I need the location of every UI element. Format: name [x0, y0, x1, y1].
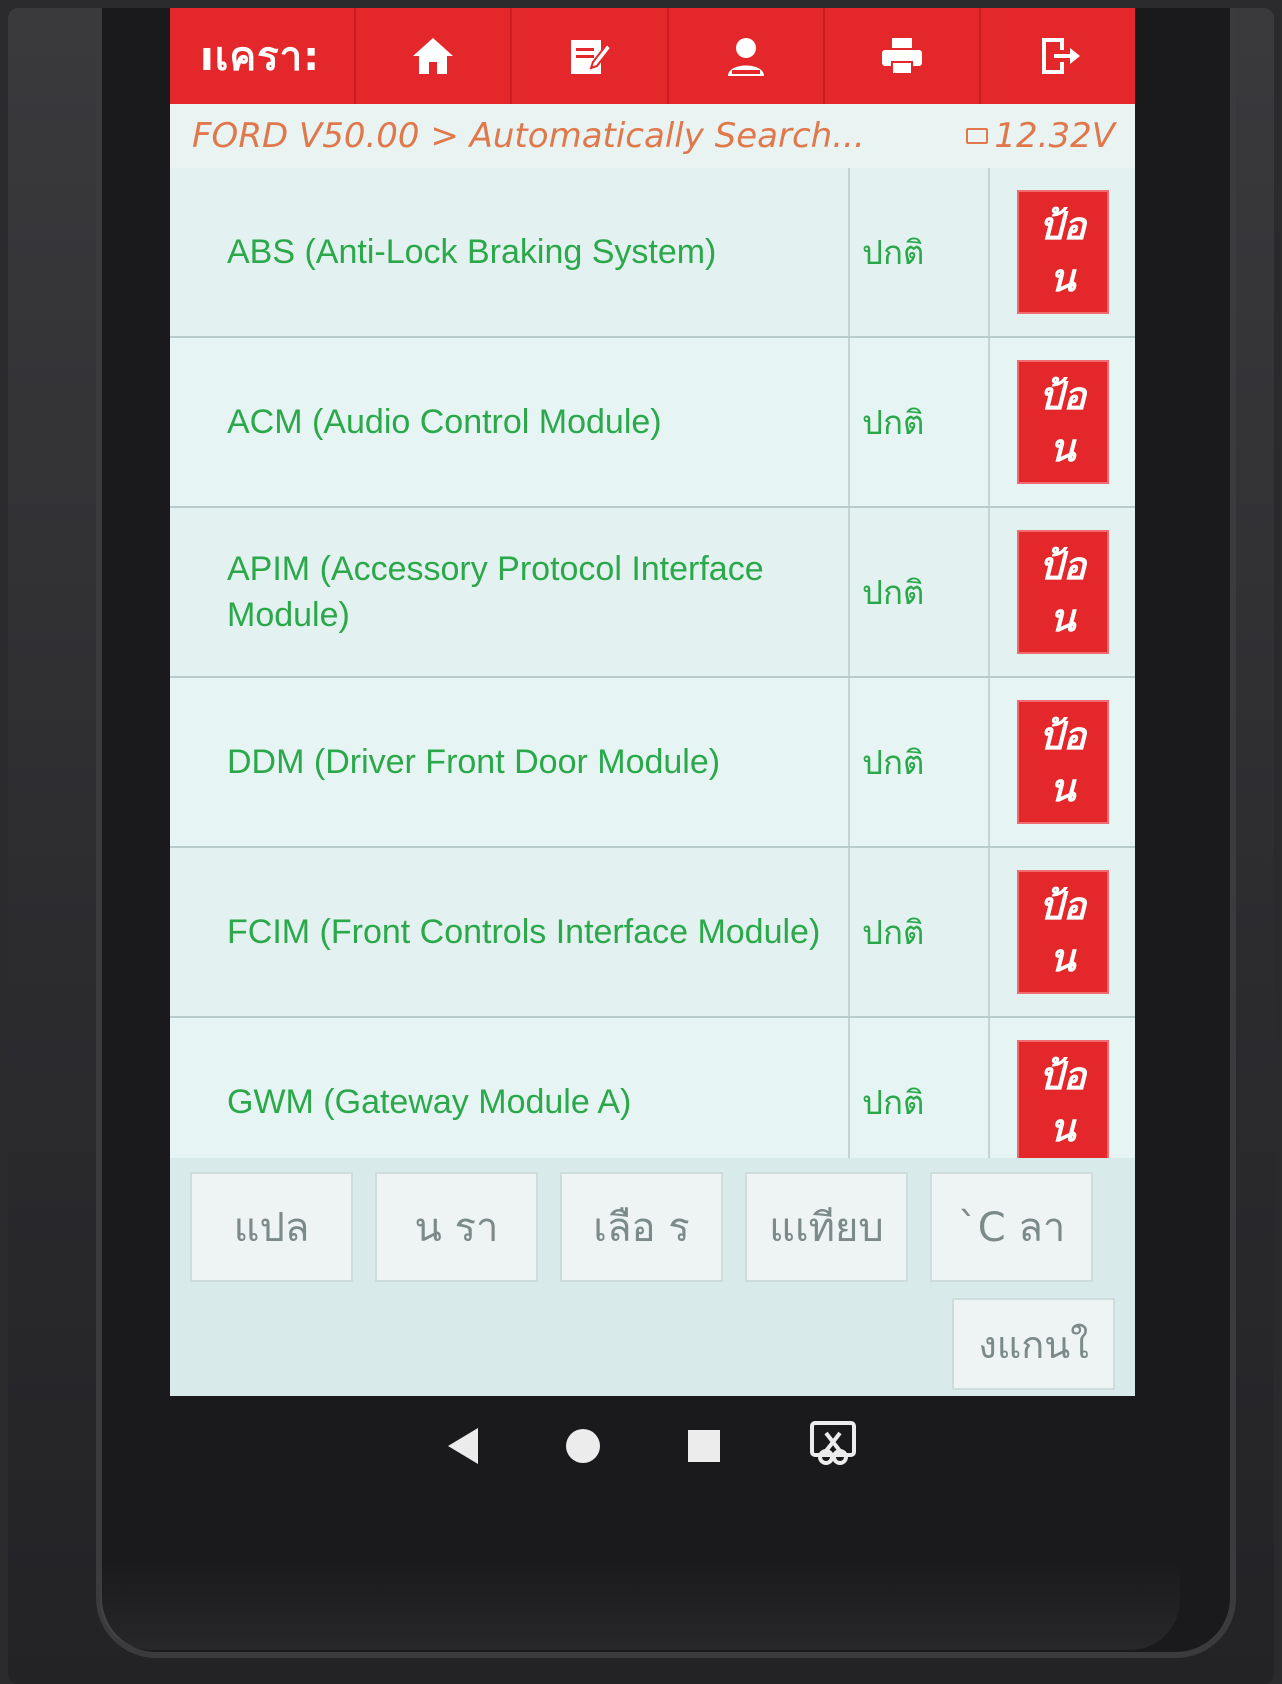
edit-button[interactable]	[512, 8, 669, 104]
top-toolbar: ıเครา:	[170, 8, 1135, 104]
bottom-action-bar: แปล น รา เลือ ร แเทียบ ˋC ลา งแกนใ	[170, 1158, 1135, 1396]
module-list[interactable]: ABS (Anti-Lock Braking System) ปกติ ป้อ …	[170, 168, 1135, 1158]
print-icon	[881, 38, 922, 75]
rescan-button[interactable]: งแกนใ	[952, 1298, 1115, 1390]
screenshot-icon[interactable]	[808, 1419, 858, 1473]
home-button[interactable]	[356, 8, 513, 104]
module-status: ปกติ	[850, 508, 990, 676]
user-button[interactable]	[669, 8, 825, 104]
voltage-value: 12.32V	[994, 116, 1115, 156]
exit-icon	[1041, 38, 1080, 74]
report-button[interactable]: น รา	[375, 1172, 538, 1282]
back-icon[interactable]	[447, 1428, 478, 1464]
module-row[interactable]: ACM (Audio Control Module) ปกติ ป้อ น	[170, 338, 1135, 508]
clear-codes-button[interactable]: ˋC ลา	[930, 1172, 1093, 1282]
enter-button[interactable]: ป้อ น	[1016, 700, 1109, 824]
module-status: ปกติ	[850, 678, 990, 846]
module-name: ACM (Audio Control Module)	[170, 338, 850, 506]
breadcrumb-bar: FORD V50.00 > Automatically Search... 12…	[170, 104, 1135, 168]
module-status: ปกติ	[850, 848, 990, 1016]
user-icon	[727, 38, 764, 76]
toolbar-title: ıเครา:	[170, 8, 357, 104]
enter-button[interactable]: ป้อ น	[1016, 360, 1109, 484]
edit-icon	[571, 40, 613, 74]
module-row[interactable]: FCIM (Front Controls Interface Module) ป…	[170, 848, 1135, 1018]
enter-button[interactable]: ป้อ น	[1016, 1040, 1109, 1158]
module-row[interactable]: DDM (Driver Front Door Module) ปกติ ป้อ …	[170, 678, 1135, 848]
select-button[interactable]: เลือ ร	[560, 1172, 723, 1282]
enter-button[interactable]: ป้อ น	[1016, 190, 1109, 314]
module-status: ปกติ	[850, 1018, 990, 1158]
home-icon	[413, 38, 454, 74]
compare-button[interactable]: แเทียบ	[745, 1172, 908, 1282]
screen: ıเครา: FORD V50.00 > Automatically Searc…	[170, 8, 1135, 1396]
module-status: ปกติ	[850, 168, 990, 336]
module-status: ปกติ	[850, 338, 990, 506]
voltage-readout: 12.32V	[966, 116, 1115, 156]
android-nav-bar	[170, 1396, 1135, 1496]
module-row[interactable]: ABS (Anti-Lock Braking System) ปกติ ป้อ …	[170, 168, 1135, 338]
module-name: APIM (Accessory Protocol Interface Modul…	[170, 508, 850, 676]
module-row[interactable]: APIM (Accessory Protocol Interface Modul…	[170, 508, 1135, 678]
enter-button[interactable]: ป้อ น	[1016, 530, 1109, 654]
breadcrumb: FORD V50.00 > Automatically Search...	[192, 116, 865, 156]
screen-glare	[100, 1560, 1180, 1650]
module-name: GWM (Gateway Module A)	[170, 1018, 850, 1158]
battery-icon	[966, 128, 989, 144]
module-name: ABS (Anti-Lock Braking System)	[170, 168, 850, 336]
module-name: DDM (Driver Front Door Module)	[170, 678, 850, 846]
print-button[interactable]	[825, 8, 981, 104]
enter-button[interactable]: ป้อ น	[1016, 870, 1109, 994]
translate-button[interactable]: แปล	[190, 1172, 353, 1282]
recent-apps-icon[interactable]	[687, 1430, 720, 1462]
module-name: FCIM (Front Controls Interface Module)	[170, 848, 850, 1016]
exit-button[interactable]	[981, 8, 1135, 104]
home-circle-icon[interactable]	[565, 1429, 600, 1463]
module-row[interactable]: GWM (Gateway Module A) ปกติ ป้อ น	[170, 1018, 1135, 1158]
